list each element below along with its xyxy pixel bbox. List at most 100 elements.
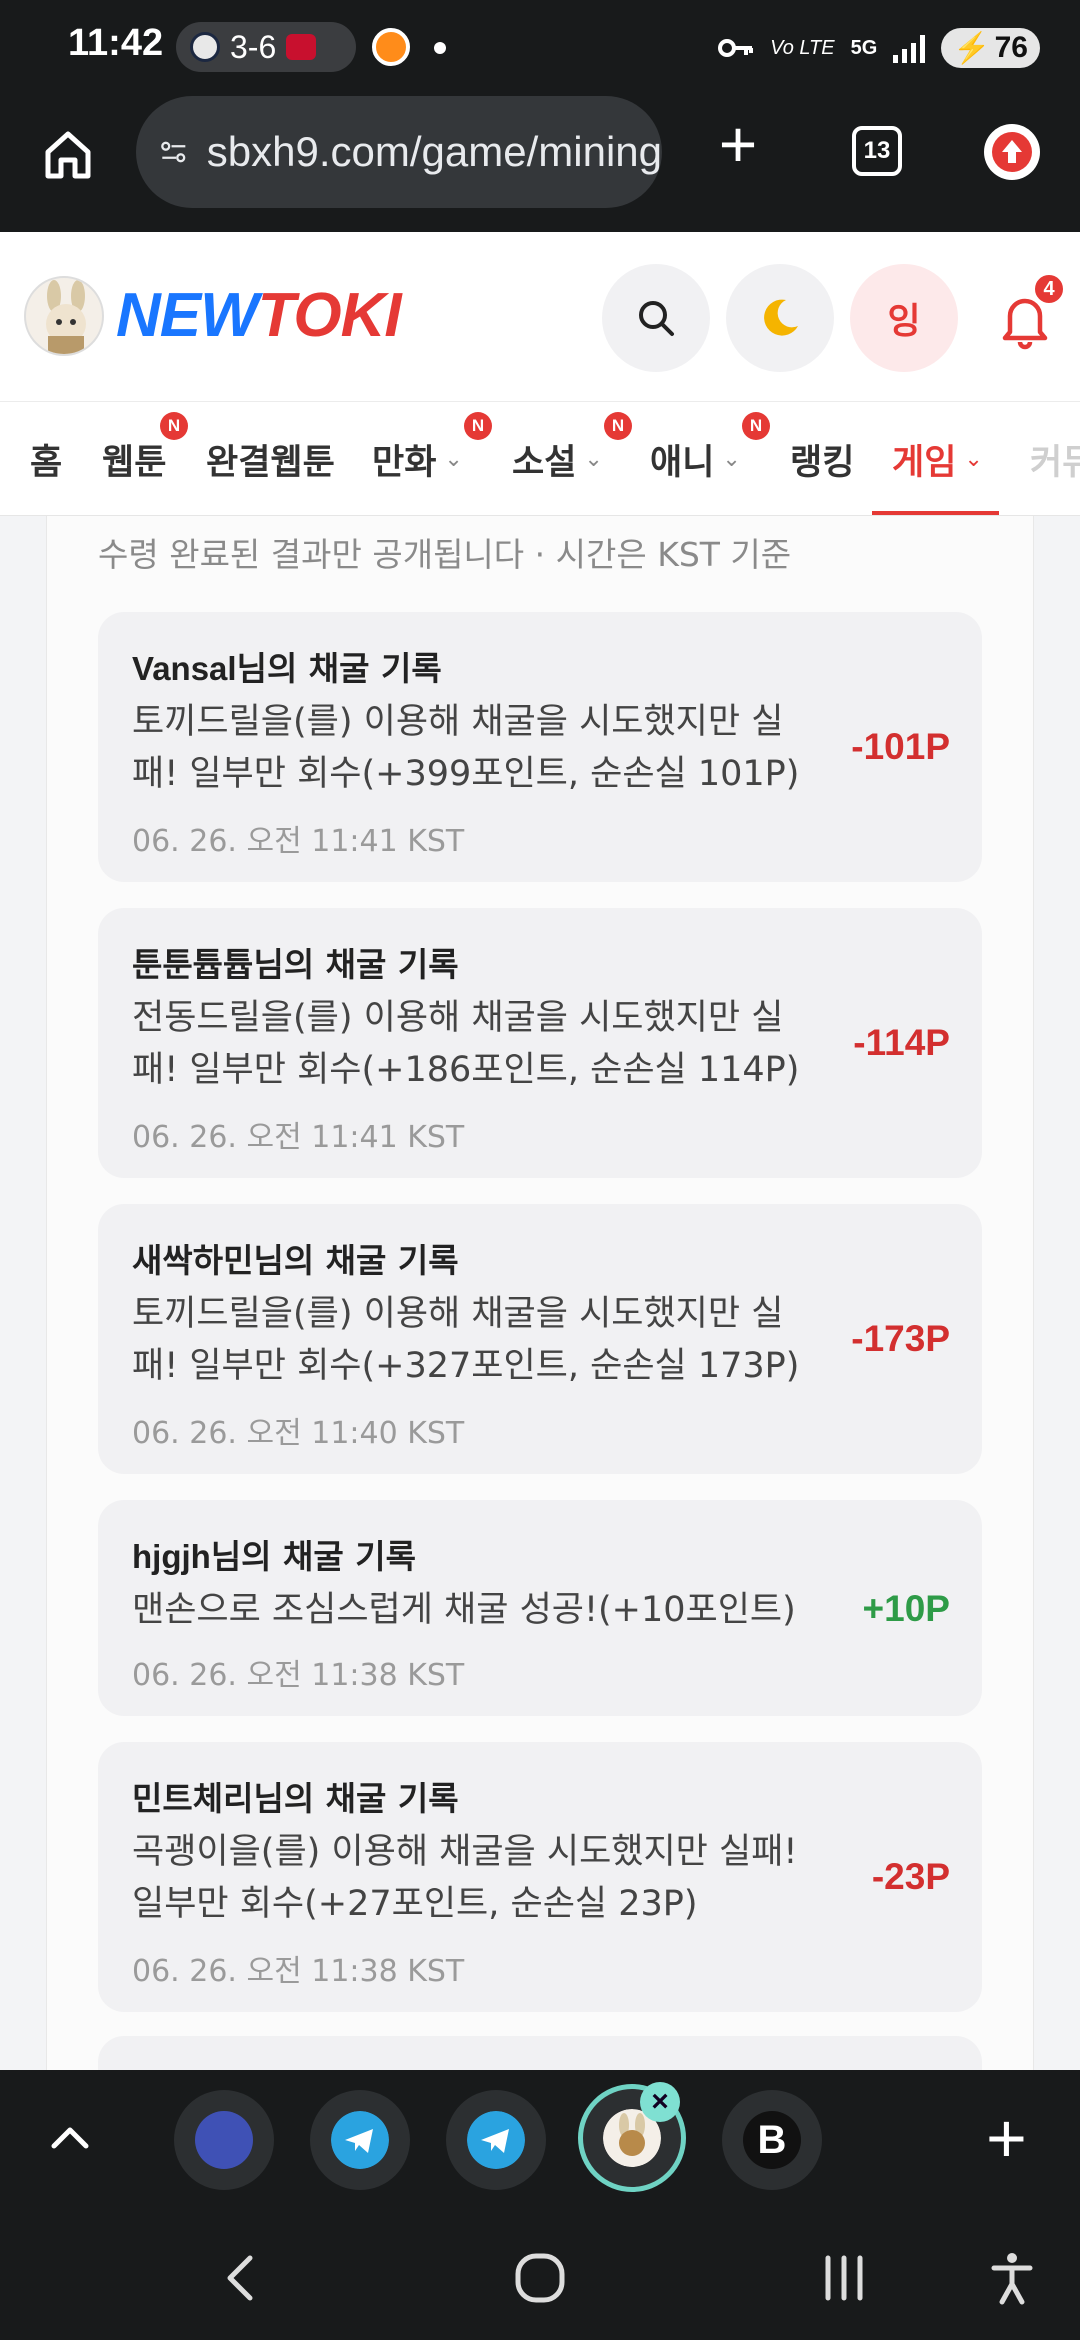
new-badge: N <box>742 412 770 440</box>
site-settings-icon[interactable] <box>160 130 189 174</box>
new-badge: N <box>604 412 632 440</box>
record-amount: -114P <box>853 1022 950 1063</box>
more-notifications-dot <box>434 42 446 54</box>
back-icon[interactable] <box>210 2246 274 2310</box>
logo-mascot[interactable] <box>24 276 104 356</box>
nav-item-webtoon[interactable]: 웹툰 N <box>102 402 188 515</box>
new-tab-button[interactable]: + <box>710 111 766 177</box>
vpn-key-icon <box>718 39 754 57</box>
record-time: 06. 26. 오전 11:38 KST <box>132 1954 465 1989</box>
nav-item-completed-webtoon[interactable]: 완결웹툰 <box>206 402 335 515</box>
volte-indicator: Vo LTE <box>770 36 835 59</box>
record-title: 새싹하민님의 채굴 기록 <box>132 1234 459 1282</box>
nav-label: 만화 <box>372 442 437 483</box>
record-amount: -173P <box>851 1318 950 1359</box>
telegram-icon <box>467 2111 525 2169</box>
system-navigation-bar <box>0 2206 1080 2340</box>
battery-indicator: ⚡ 76 <box>941 28 1040 68</box>
search-button[interactable] <box>602 264 710 372</box>
record-title: 민트체리님의 채굴 기록 <box>132 1772 459 1820</box>
b-app-icon: B <box>743 2111 801 2169</box>
site-header: NEWTOKI 잉 4 <box>0 232 1080 402</box>
charging-icon: ⚡ <box>953 31 991 65</box>
app-1-icon <box>195 2111 253 2169</box>
score-text: 3-6 <box>230 28 277 65</box>
nav-item-game[interactable]: 게임 ⌄ <box>872 402 999 515</box>
nav-item-home[interactable]: 홈 <box>30 402 63 515</box>
dark-mode-button[interactable] <box>726 264 834 372</box>
redsox-logo-icon <box>286 34 317 60</box>
chevron-down-icon: ⌄ <box>584 446 603 472</box>
records-notice: 수령 완료된 결과만 공개됩니다 · 시간은 KST 기준 <box>98 535 792 574</box>
record-amount: +10P <box>862 1588 950 1629</box>
yankees-logo-icon <box>190 32 220 62</box>
dock-app-telegram-2[interactable] <box>446 2090 546 2190</box>
record-user: hjgjh <box>132 1538 211 1575</box>
nav-item-anime[interactable]: 애니 ⌄ N <box>650 402 770 515</box>
record-description: 토끼드릴을(를) 이용해 채굴을 시도했지만 실패! 일부만 회수(+399포인… <box>132 702 800 794</box>
nav-label: 게임 <box>892 442 957 483</box>
mining-record-card: 새싹하민님의 채굴 기록 토끼드릴을(를) 이용해 채굴을 시도했지만 실패! … <box>98 1204 982 1474</box>
search-icon <box>639 301 674 336</box>
record-title: hjgjh님의 채굴 기록 <box>132 1530 416 1578</box>
dock-app-1[interactable] <box>174 2090 274 2190</box>
dock-app-telegram-1[interactable] <box>310 2090 410 2190</box>
nav-item-manga[interactable]: 만화 ⌄ N <box>372 402 492 515</box>
add-app-button[interactable]: + <box>986 2098 1027 2178</box>
user-avatar-button[interactable]: 잉 <box>850 264 958 372</box>
app-dock: × B + <box>0 2070 1080 2206</box>
nav-item-novel[interactable]: 소설 ⌄ N <box>512 402 632 515</box>
site-logo[interactable]: NEWTOKI <box>116 280 402 351</box>
mining-record-card: Vansal님의 채굴 기록 토끼드릴을(를) 이용해 채굴을 시도했지만 실패… <box>98 612 982 882</box>
nav-label: 애니 <box>650 442 715 483</box>
status-time: 11:42 <box>68 22 164 64</box>
record-title-suffix: 님의 채굴 기록 <box>253 945 459 984</box>
record-title: 툰툰튭튭님의 채굴 기록 <box>132 938 459 986</box>
close-app-icon[interactable]: × <box>640 2082 680 2122</box>
battery-level: 76 <box>994 31 1028 64</box>
nav-label: 커뮤 <box>1030 442 1080 483</box>
notification-count-badge: 4 <box>1032 272 1066 306</box>
tab-switcher-button[interactable]: 13 <box>852 126 902 176</box>
update-button[interactable] <box>984 124 1040 180</box>
nav-item-ranking[interactable]: 랭킹 <box>790 402 855 515</box>
record-description: 곡괭이을(를) 이용해 채굴을 시도했지만 실패! 일부만 회수(+27포인트,… <box>132 1832 798 1924</box>
record-description: 전동드릴을(를) 이용해 채굴을 시도했지만 실패! 일부만 회수(+186포인… <box>132 998 800 1090</box>
record-title-suffix: 님의 채굴 기록 <box>236 649 442 688</box>
record-user: 툰툰튭튭 <box>132 946 254 983</box>
record-user: Vansal <box>132 650 237 687</box>
nav-label: 완결웹툰 <box>206 442 335 483</box>
accessibility-icon[interactable] <box>980 2246 1044 2310</box>
score-notification: 3-6 <box>176 22 356 72</box>
recent-apps-icon[interactable] <box>812 2246 876 2310</box>
record-description: 맨손으로 조심스럽게 채굴 성공!(+10포인트) <box>132 1590 796 1630</box>
record-time: 06. 26. 오전 11:38 KST <box>132 1658 465 1693</box>
signal-icon <box>893 33 926 63</box>
update-arrow-icon <box>992 132 1032 172</box>
address-bar[interactable]: sbxh9.com/game/mining <box>136 96 662 208</box>
mining-record-card: hjgjh님의 채굴 기록 맨손으로 조심스럽게 채굴 성공!(+10포인트) … <box>98 1500 982 1716</box>
record-amount: -23P <box>871 1856 950 1897</box>
record-title-suffix: 님의 채굴 기록 <box>253 1779 459 1818</box>
home-circle-icon[interactable] <box>508 2246 572 2310</box>
record-time: 06. 26. 오전 11:41 KST <box>132 1120 465 1155</box>
nav-label: 홈 <box>30 442 63 483</box>
nav-label: 랭킹 <box>790 442 855 483</box>
main-nav: 홈 웹툰N 완결웹툰 만화⌄N 소설⌄N 애니⌄N 랭킹 게임⌄ 커뮤 <box>0 402 1080 516</box>
logo-toki: TOKI <box>257 281 402 350</box>
browser-toolbar: sbxh9.com/game/mining + 13 <box>0 96 1080 232</box>
network-type: 5G <box>850 37 878 59</box>
moon-icon <box>764 299 798 336</box>
home-icon[interactable] <box>40 126 96 182</box>
dock-app-b[interactable]: B <box>722 2090 822 2190</box>
status-bar: 11:42 3-6 Vo LTE 5G ⚡ 76 <box>0 0 1080 96</box>
record-user: 새싹하민 <box>132 1242 254 1279</box>
nav-item-community[interactable]: 커뮤 <box>1030 402 1080 515</box>
chevron-down-icon: ⌄ <box>444 446 463 472</box>
telegram-icon <box>331 2111 389 2169</box>
chevron-down-icon: ⌄ <box>722 446 741 472</box>
record-amount: -101P <box>851 726 950 767</box>
url-text[interactable]: sbxh9.com/game/mining <box>207 128 662 176</box>
logo-new: NEW <box>116 281 259 350</box>
chevron-up-icon[interactable] <box>40 2108 100 2168</box>
